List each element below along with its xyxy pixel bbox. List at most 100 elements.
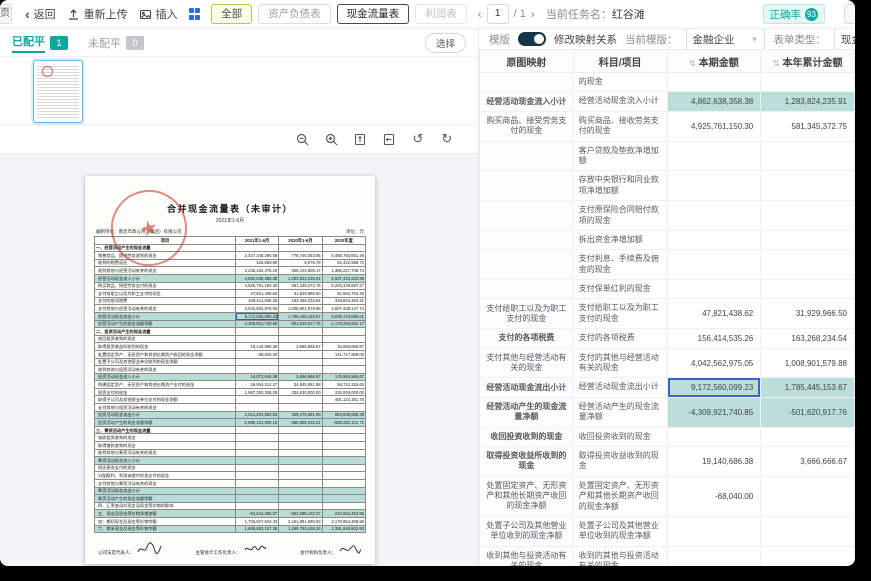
map-cell[interactable]: 支付给职工以及为职工支付的现金 [480,299,574,329]
select-button[interactable]: 选择 [425,33,466,53]
ytd-amount-cell[interactable]: 581,345,372.75 [761,111,855,141]
ytd-amount-cell[interactable] [761,250,855,280]
fit-page-icon[interactable] [382,132,396,146]
zoom-in-icon[interactable] [324,132,338,146]
current-amount-cell[interactable] [667,141,761,171]
current-amount-cell[interactable] [667,201,761,231]
subject-cell[interactable]: 处置固定资产、无形资产和其他长期资产收回的现金净额 [573,476,667,516]
tab-income-statement[interactable]: 利润表 [415,4,467,24]
map-cell[interactable] [480,73,574,92]
map-cell[interactable] [480,280,574,299]
ytd-amount-cell[interactable] [761,230,855,249]
map-cell[interactable]: 支付的各项税费 [480,329,574,348]
ytd-amount-cell[interactable] [761,516,855,546]
current-amount-cell[interactable] [667,546,761,566]
col-source-mapping[interactable]: 原图映射 [480,50,574,73]
current-amount-cell[interactable] [667,516,761,546]
rotate-left-icon[interactable]: ↺ [411,132,425,146]
current-amount-cell[interactable] [667,171,761,201]
ytd-amount-cell[interactable] [761,201,855,231]
tab-balance-sheet[interactable]: 资产负债表 [258,4,331,24]
map-cell[interactable] [480,171,574,201]
current-amount-cell[interactable]: 19,140,686.38 [667,446,761,476]
map-cell[interactable]: 经营活动产生的现金流量净额 [480,397,574,427]
subject-cell[interactable]: 客户贷款及垫款净增加额 [573,141,667,171]
next-page-icon[interactable]: › [531,8,535,20]
grid-view-icon[interactable] [189,8,201,20]
ytd-amount-cell[interactable] [761,476,855,516]
ytd-amount-cell[interactable]: 1,283,824,235.91 [761,92,855,111]
col-current-amount[interactable]: ⇅本期金额 [667,50,761,73]
subject-cell[interactable]: 收回投资收到的现金 [573,427,667,446]
map-cell[interactable]: 购买商品、接受劳务支付的现金 [480,111,574,141]
subject-cell[interactable]: 经营活动产生的现金流量净额 [573,397,667,427]
subject-cell[interactable]: 拆出资金净增加额 [573,230,667,249]
subject-cell[interactable]: 支付利息、手续费及佣金的现金 [573,250,667,280]
tab-balanced[interactable]: 已配平 1 [12,33,68,53]
current-amount-cell[interactable] [667,250,761,280]
subject-cell[interactable]: 的现金 [573,73,667,92]
subject-cell[interactable]: 支付原保险合同赔付款项的现金 [573,201,667,231]
template-select[interactable]: 金融企业 ▼ [686,29,766,49]
subject-cell[interactable]: 存放中央银行和同业款项净增加额 [573,171,667,201]
subject-cell[interactable]: 收到的其他与投资活动有关的现金 [573,546,667,566]
page-thumbnail[interactable] [33,60,83,123]
col-subject[interactable]: 科目/项目 [573,50,667,73]
current-amount-cell[interactable]: 156,414,535.26 [667,329,761,348]
subject-cell[interactable]: 取得投资收益收到的现金 [573,446,667,476]
tab-unbalanced[interactable]: 未配平 0 [88,35,144,51]
current-amount-cell[interactable] [667,427,761,446]
map-cell[interactable]: 处置子公司及其他营业单位收到的现金净额 [480,516,574,546]
ytd-amount-cell[interactable] [761,546,855,566]
map-cell[interactable] [480,201,574,231]
insert-button[interactable]: 插入 [139,6,178,22]
current-amount-cell[interactable] [667,73,761,92]
rotate-right-icon[interactable]: ↻ [440,132,454,146]
subject-cell[interactable]: 支付的其他与经营活动有关的现金 [573,348,667,378]
ytd-amount-cell[interactable]: 163,268,234.54 [761,329,855,348]
clipped-toolbar-button[interactable] [844,4,855,24]
ytd-amount-cell[interactable] [761,141,855,171]
map-cell[interactable]: 取得投资收益所收到的现金 [480,446,574,476]
subject-cell[interactable]: 处置子公司及其他营业单位收到的现金净额 [573,516,667,546]
ytd-amount-cell[interactable]: 1,785,445,153.67 [761,378,855,397]
map-cell[interactable] [480,141,574,171]
zoom-out-icon[interactable] [295,132,309,146]
ytd-amount-cell[interactable]: 3,666,666.67 [761,446,855,476]
map-cell[interactable] [480,230,574,249]
sort-icon[interactable]: ⇅ [773,59,780,68]
tab-all[interactable]: 全部 [211,4,252,24]
subject-cell[interactable]: 购买商品、接收劳务支付的现金 [573,111,667,141]
subject-cell[interactable]: 支付的各项税费 [573,329,667,348]
map-cell[interactable]: 支付其他与经营活动有关的现金 [480,348,574,378]
map-cell[interactable]: 处置固定资产、无形资产和其他长期资产收回的现金净额 [480,476,574,516]
current-amount-cell[interactable]: 4,925,761,150.30 [667,111,761,141]
current-amount-cell[interactable]: -4,309,921,740.85 [667,397,761,427]
col-ytd-amount[interactable]: ⇅本年累计金额 [761,50,855,73]
document-viewer[interactable]: ★ 合并现金流量表（未审计） 2021年1-6月 编制单位：南昌市政公用（集团）… [0,154,478,566]
current-amount-cell[interactable] [667,280,761,299]
current-amount-cell[interactable]: 4,042,562,975.05 [667,348,761,378]
sort-icon[interactable]: ⇅ [689,59,696,68]
current-amount-cell[interactable]: 47,821,438.62 [667,299,761,329]
map-cell[interactable]: 经营活动现金流入小计 [480,92,574,111]
form-type-select[interactable]: 现金流量表 ▼ [834,29,855,49]
subject-cell[interactable]: 经营活动现金流入小计 [573,92,667,111]
prev-page-icon[interactable]: ‹ [478,8,482,20]
map-cell[interactable] [480,250,574,280]
current-amount-cell[interactable]: -68,040.00 [667,476,761,516]
ytd-amount-cell[interactable]: -501,620,917.76 [761,397,855,427]
subject-cell[interactable]: 支付给职工以及为职工支付的现金 [573,299,667,329]
current-amount-cell[interactable]: 9,172,560,099.23 [667,378,761,397]
fit-height-icon[interactable] [353,132,367,146]
ytd-amount-cell[interactable]: 1,008,901,579.88 [761,348,855,378]
map-cell[interactable]: 收回投资收到的现金 [480,427,574,446]
current-amount-cell[interactable]: 4,862,638,358.38 [667,92,761,111]
current-amount-cell[interactable] [667,230,761,249]
back-button[interactable]: ‹ 返回 [25,6,56,22]
tab-cash-flow[interactable]: 现金流量表 [337,4,410,24]
reupload-button[interactable]: 重新上传 [67,6,128,22]
ytd-amount-cell[interactable] [761,427,855,446]
collapsed-page-button[interactable]: 页 [0,4,12,24]
ytd-amount-cell[interactable] [761,73,855,92]
